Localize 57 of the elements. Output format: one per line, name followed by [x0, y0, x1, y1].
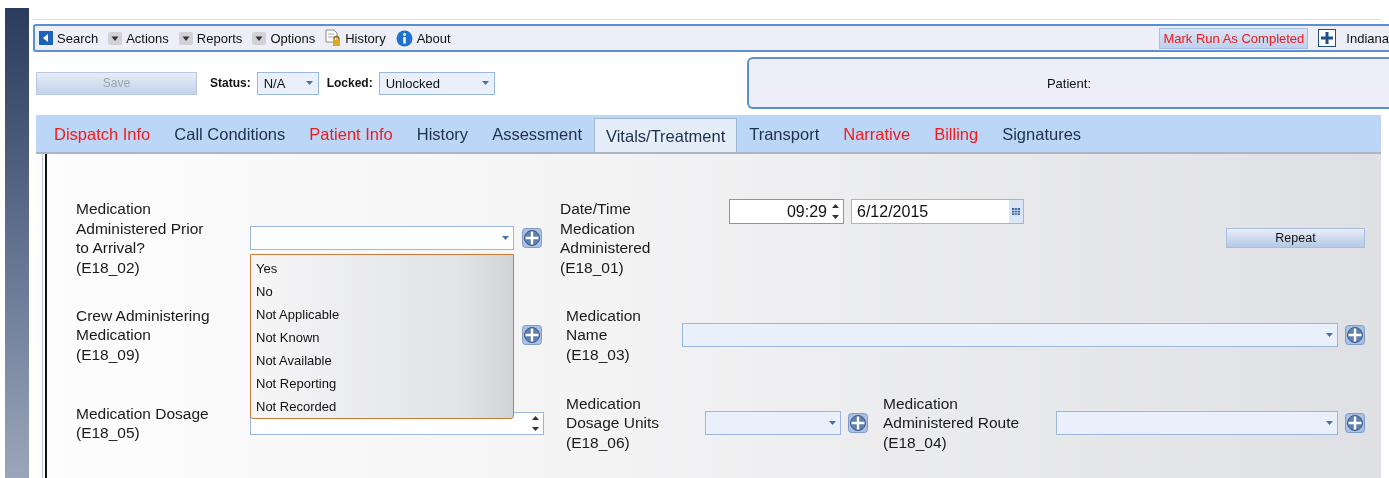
status-select[interactable]: N/A: [256, 71, 319, 95]
info-icon: [395, 29, 413, 47]
caret-icon: [305, 81, 313, 85]
dropdown-option[interactable]: Not Applicable: [251, 303, 513, 326]
toolbar-item[interactable]: Search: [39, 30, 99, 46]
field-label: Medication Name (E18_03): [566, 305, 642, 365]
locked-label: Locked:: [326, 76, 373, 90]
agency-name: Indiana: [1346, 30, 1389, 46]
toolbar-item[interactable]: Reports: [178, 30, 243, 46]
dropdown-option[interactable]: Not Known: [251, 326, 513, 349]
tab[interactable]: History: [404, 117, 481, 150]
caret-icon: [481, 81, 489, 85]
field-label: Medication Dosage Units (E18_06): [566, 393, 661, 453]
add-icon[interactable]: [1345, 325, 1365, 345]
dropdown-option[interactable]: Yes: [251, 257, 513, 280]
field-label: Medication Administered Route (E18_04): [883, 393, 1021, 453]
dropdown-icon: [178, 31, 193, 45]
caret-icon: [1326, 421, 1333, 425]
field-label: Medication Dosage (E18_05): [76, 403, 210, 443]
field-label: Crew Administering Medication (E18_09): [76, 305, 211, 365]
tab[interactable]: Call Conditions: [162, 117, 298, 150]
add-icon[interactable]: [522, 325, 542, 345]
status-label: Status:: [210, 76, 251, 90]
toolbar-item[interactable]: Actions: [108, 30, 169, 46]
dropdown-icon: [252, 31, 267, 45]
repeat-button[interactable]: Repeat: [1226, 228, 1365, 248]
dropdown-option[interactable]: Not Reporting: [251, 372, 513, 395]
patient-label: Patient:: [1046, 75, 1092, 91]
tab[interactable]: Vitals/Treatment: [594, 118, 738, 153]
locked-select[interactable]: Unlocked: [378, 71, 495, 95]
add-icon[interactable]: [522, 228, 542, 248]
combo-field[interactable]: [705, 411, 841, 435]
dropdown-option[interactable]: Not Available: [251, 349, 513, 372]
tab[interactable]: Assessment: [480, 117, 594, 150]
toolbar-item[interactable]: Options: [252, 30, 316, 46]
dropdown-option[interactable]: No: [251, 280, 513, 303]
dropdown-option[interactable]: Not Recorded: [251, 395, 513, 418]
date-field[interactable]: 6/12/2015: [851, 199, 1024, 224]
tab[interactable]: Transport: [737, 117, 832, 150]
document-lock-icon: [325, 29, 342, 47]
tab[interactable]: Signatures: [990, 117, 1094, 150]
caret-icon: [1326, 333, 1333, 337]
combo-field[interactable]: [682, 323, 1338, 347]
caret-icon: [502, 236, 509, 240]
calendar-icon[interactable]: [1009, 200, 1023, 223]
plus-icon[interactable]: [1318, 29, 1337, 47]
add-icon[interactable]: [848, 413, 868, 433]
toolbar-item[interactable]: History: [325, 29, 386, 47]
combo-field[interactable]: [1056, 411, 1338, 435]
toolbar-item[interactable]: About: [395, 29, 451, 47]
combo-field[interactable]: [250, 226, 514, 250]
field-label: Medication Administered Prior to Arrival? (E18_02): [76, 199, 205, 277]
add-icon[interactable]: [1345, 413, 1365, 433]
field-label: Date/Time Medication Administered (E18_01): [560, 199, 652, 277]
time-field[interactable]: 09:29: [729, 199, 844, 224]
dropdown-icon: [108, 31, 123, 45]
caret-icon: [829, 421, 836, 425]
